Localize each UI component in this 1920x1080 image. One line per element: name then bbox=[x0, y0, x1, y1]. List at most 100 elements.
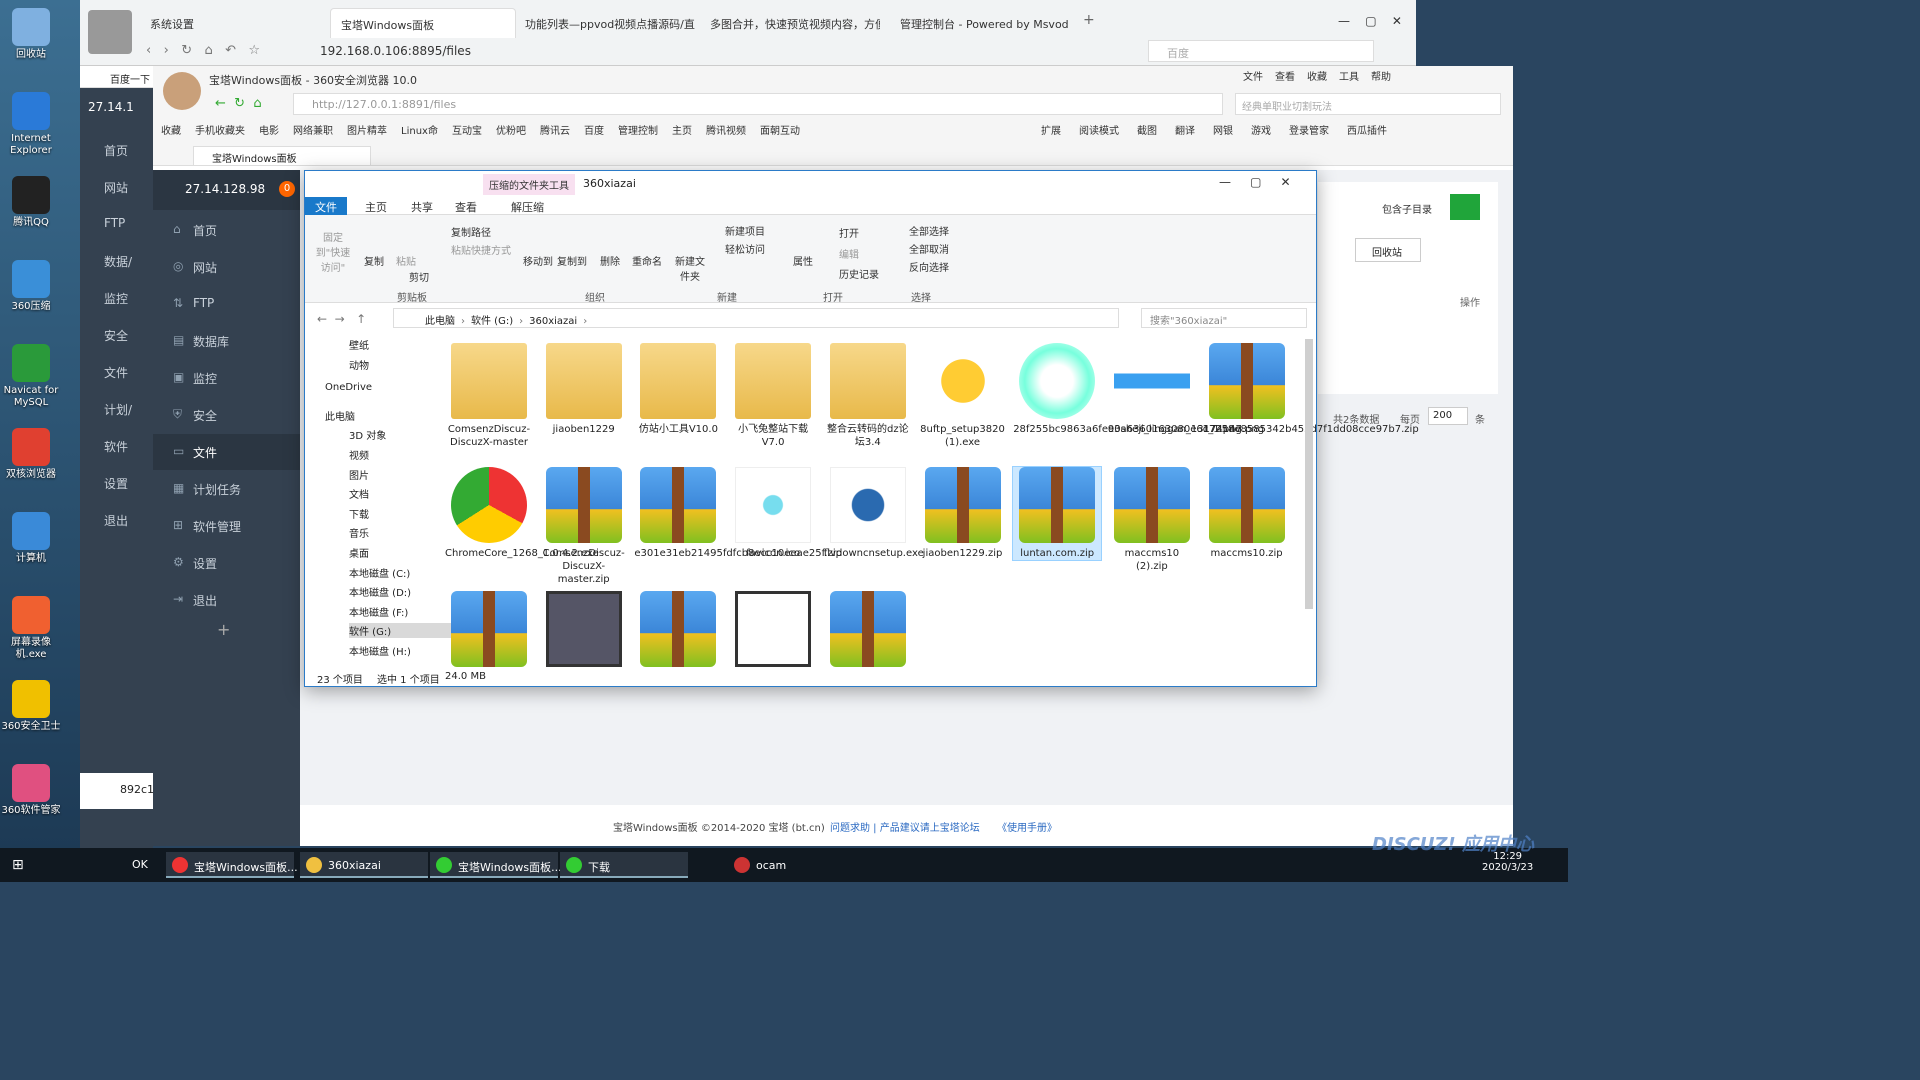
file-item[interactable] bbox=[729, 591, 817, 671]
extension-item[interactable]: 扩展 bbox=[1041, 126, 1061, 137]
tree-item[interactable]: 音乐 bbox=[349, 525, 369, 540]
back-menu-item[interactable]: 监控 bbox=[104, 290, 128, 307]
file-item[interactable]: maccms10.zip bbox=[1203, 467, 1291, 560]
sidebar-item[interactable]: ⛨ 安全 bbox=[153, 397, 300, 433]
back-menu-item[interactable]: 软件 bbox=[104, 438, 128, 455]
bookmark-item[interactable]: 百度 bbox=[584, 126, 604, 137]
file-item[interactable] bbox=[540, 591, 628, 671]
front-address[interactable]: http://127.0.0.1:8891/files bbox=[293, 93, 1223, 115]
sidebar-item[interactable]: ▦ 计划任务 bbox=[153, 471, 300, 507]
file-item[interactable]: jiaoben1229 bbox=[540, 343, 628, 436]
tree-item[interactable]: 本地磁盘 (D:) bbox=[349, 584, 411, 599]
extension-item[interactable]: 游戏 bbox=[1251, 126, 1271, 137]
add-icon[interactable]: + bbox=[217, 620, 230, 639]
file-item[interactable]: jiaoben1229.zip bbox=[919, 467, 1007, 560]
desktop-icon[interactable]: 腾讯QQ bbox=[0, 176, 62, 229]
ribbon-tab[interactable]: 解压缩 bbox=[501, 197, 554, 215]
bookmark-item[interactable]: 图片精萃 bbox=[347, 126, 387, 137]
file-item[interactable]: 90sheji_linggan_13174147.png bbox=[1108, 343, 1264, 436]
sidebar-item[interactable]: ⚙ 设置 bbox=[153, 545, 300, 581]
tree-item[interactable]: 动物 bbox=[349, 357, 369, 372]
back-search-input[interactable]: 百度 bbox=[1148, 40, 1374, 62]
desktop-icon[interactable]: 360软件管家 bbox=[0, 764, 62, 817]
back-menu-item[interactable]: 首页 bbox=[104, 142, 128, 159]
menu-item[interactable]: 帮助 bbox=[1371, 72, 1391, 83]
ribbon-tab[interactable]: 主页 bbox=[355, 197, 397, 215]
file-item[interactable]: ComsenzDiscuz-DiscuzX-master.zip bbox=[540, 467, 628, 586]
back-menu-item[interactable]: 设置 bbox=[104, 475, 128, 492]
sidebar-item[interactable]: ▭ 文件 bbox=[153, 434, 300, 470]
ribbon-tab[interactable]: 共享 bbox=[401, 197, 443, 215]
tree-item[interactable]: 文档 bbox=[349, 486, 369, 501]
search-button[interactable] bbox=[1450, 194, 1480, 220]
file-item[interactable]: luntan.com.zip bbox=[1012, 466, 1103, 561]
include-subdir[interactable]: 包含子目录 bbox=[1382, 201, 1432, 216]
extension-item[interactable]: 网银 bbox=[1213, 126, 1233, 137]
select-none-button[interactable]: 全部取消 bbox=[909, 241, 949, 256]
paste-shortcut-button[interactable]: 粘贴快捷方式 bbox=[451, 242, 511, 257]
extension-item[interactable]: 登录管家 bbox=[1289, 126, 1329, 137]
taskbar-item[interactable]: 下载 bbox=[560, 852, 688, 878]
taskbar-item[interactable]: 360xiazai bbox=[300, 852, 428, 878]
desktop-icon[interactable]: Navicat for MySQL bbox=[0, 344, 62, 409]
window-controls[interactable]: — ▢ ✕ bbox=[1338, 14, 1402, 28]
windows-start-icon[interactable]: ⊞ bbox=[12, 857, 24, 873]
copy-path-button[interactable]: 复制路径 bbox=[451, 224, 491, 239]
breadcrumb-item[interactable]: 360xiazai bbox=[529, 316, 577, 327]
menu-item[interactable]: 文件 bbox=[1243, 72, 1263, 83]
pin-quick-access[interactable]: 固定到"快速访问" bbox=[311, 229, 355, 274]
bookmark-item[interactable]: 互动宝 bbox=[452, 126, 482, 137]
browser-tab[interactable]: 功能列表—ppvod视频点播源码/直 bbox=[515, 8, 695, 38]
per-page-select[interactable]: 200 bbox=[1428, 407, 1468, 425]
select-all-button[interactable]: 全部选择 bbox=[909, 223, 949, 238]
bookmark-item[interactable]: 收藏 bbox=[161, 126, 181, 137]
desktop-icon[interactable]: Internet Explorer bbox=[0, 92, 62, 157]
open-button[interactable]: 打开 bbox=[839, 225, 859, 240]
file-item[interactable]: ChromeCore_1268_1.0.4.2.exe bbox=[445, 467, 599, 560]
file-item[interactable]: favicon.ico bbox=[729, 467, 817, 560]
bookmark-item[interactable]: 面朝互动 bbox=[760, 126, 800, 137]
bookmark-item[interactable]: Linux命 bbox=[401, 126, 438, 137]
cut-button[interactable]: 剪切 bbox=[409, 269, 429, 284]
tree-item[interactable]: 本地磁盘 (H:) bbox=[349, 643, 411, 658]
desktop-icon[interactable]: 360安全卫士 bbox=[0, 680, 62, 733]
copy-button[interactable]: 复制 bbox=[361, 253, 387, 268]
browser-tab[interactable]: 管理控制台 - Powered by Msvod bbox=[890, 8, 1070, 38]
file-item[interactable]: 小飞兔整站下载V7.0 bbox=[729, 343, 817, 449]
desktop-icon[interactable]: 双核浏览器 bbox=[0, 428, 62, 481]
tree-item[interactable]: 图片 bbox=[349, 467, 369, 482]
browser-tab[interactable]: 宝塔Windows面板 bbox=[330, 8, 516, 38]
sidebar-item[interactable]: ▤ 数据库 bbox=[153, 323, 300, 359]
sidebar-item[interactable]: ▣ 监控 bbox=[153, 360, 300, 396]
menu-item[interactable]: 收藏 bbox=[1307, 72, 1327, 83]
rename-button[interactable]: 重命名 bbox=[629, 253, 665, 268]
menu-item[interactable]: 工具 bbox=[1339, 72, 1359, 83]
bookmark-item[interactable]: 网络兼职 bbox=[293, 126, 333, 137]
file-item[interactable]: maccms10 (2).zip bbox=[1108, 467, 1196, 573]
bookmark-item[interactable]: 手机收藏夹 bbox=[195, 126, 245, 137]
copy-to-button[interactable]: 复制到 bbox=[555, 253, 589, 268]
breadcrumb-item[interactable]: 软件 (G:) bbox=[471, 316, 513, 327]
file-item[interactable]: 17258e8585342b455d7f1dd08cce97b7.zip bbox=[1203, 343, 1419, 436]
recycle-button[interactable]: 回收站 bbox=[1355, 238, 1421, 262]
new-item-button[interactable]: 新建项目 bbox=[725, 223, 765, 238]
breadcrumb-item[interactable]: 此电脑 bbox=[425, 316, 455, 327]
taskbar-item[interactable]: ocam bbox=[728, 852, 818, 878]
tree-item[interactable]: 视频 bbox=[349, 447, 369, 462]
edit-button[interactable]: 编辑 bbox=[839, 246, 859, 261]
back-menu-item[interactable]: 数据/ bbox=[104, 253, 132, 270]
sidebar-item[interactable]: ⌂ 首页 bbox=[153, 212, 300, 248]
nav-icons[interactable]: ‹ › ↻ ⌂ ↶ ☆ bbox=[146, 43, 260, 58]
tree-item[interactable]: 3D 对象 bbox=[349, 427, 386, 442]
file-item[interactable]: 整合云转码的dz论坛3.4 bbox=[824, 343, 912, 449]
file-item[interactable] bbox=[634, 591, 722, 671]
tree-item[interactable]: 壁纸 bbox=[349, 337, 369, 352]
ribbon-tab[interactable]: 文件 bbox=[305, 197, 347, 215]
file-item[interactable]: e301e31eb21495fdfcb8ecc10eeae25f.zip bbox=[634, 467, 842, 560]
back-address[interactable]: 192.168.0.106:8895/files bbox=[320, 44, 471, 58]
back-menu-item[interactable]: 文件 bbox=[104, 364, 128, 381]
extension-item[interactable]: 截图 bbox=[1137, 126, 1157, 137]
sidebar-item[interactable]: ⇅ FTP bbox=[153, 286, 300, 322]
menu-item[interactable]: 查看 bbox=[1275, 72, 1295, 83]
desktop-icon[interactable]: 计算机 bbox=[0, 512, 62, 565]
